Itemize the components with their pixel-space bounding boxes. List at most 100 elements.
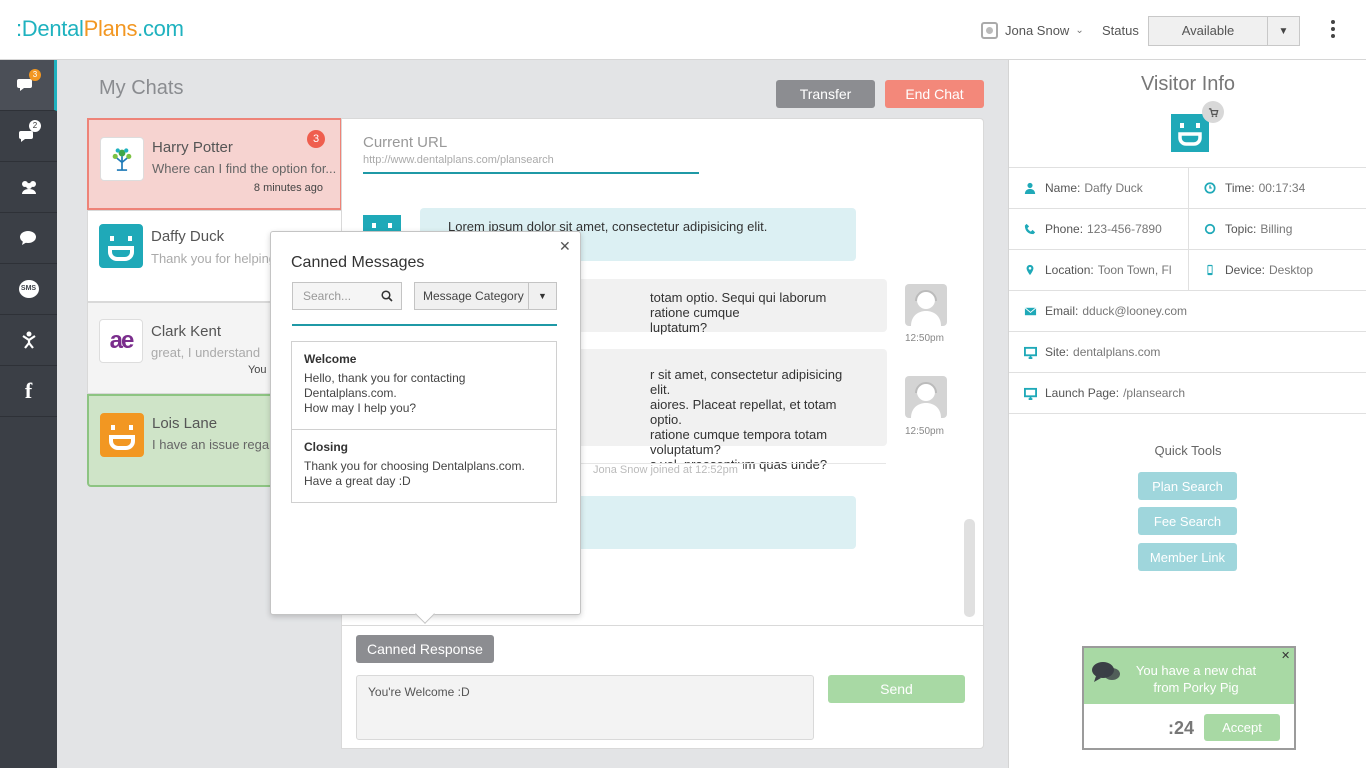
- info-topic: Topic: Billing: [1188, 209, 1366, 249]
- visitor-info-title: Visitor Info: [1140, 73, 1236, 95]
- category-value: Message Category: [423, 289, 524, 303]
- chat-name: Lois Lane: [152, 415, 218, 432]
- info-value: Desktop: [1269, 263, 1314, 277]
- mobile-icon: [1203, 263, 1217, 277]
- nav-my-chats[interactable]: 3: [0, 60, 57, 111]
- close-icon[interactable]: ✕: [559, 238, 571, 255]
- new-chat-notification: You have a new chat from Porky Pig ✕ :24…: [1082, 646, 1296, 750]
- info-value: 00:17:34: [1258, 181, 1306, 195]
- accept-button[interactable]: Accept: [1204, 714, 1280, 741]
- nav-person[interactable]: [0, 315, 57, 366]
- chat-preview: Where can I find the option for...: [152, 161, 337, 176]
- user-avatar-icon: [981, 22, 998, 39]
- divider: [342, 625, 983, 626]
- chat-name: Harry Potter: [152, 139, 233, 156]
- top-header: :DentalPlans.com Jona Snow ⌄ Status Avai…: [0, 0, 1366, 60]
- send-button[interactable]: Send: [828, 675, 965, 703]
- countdown: :24: [1168, 718, 1195, 738]
- nav-users[interactable]: [0, 162, 57, 213]
- person-icon: [21, 331, 36, 349]
- search-icon: [381, 290, 393, 302]
- canned-body: Hello, thank you for contacting Dentalpl…: [304, 371, 466, 415]
- close-icon[interactable]: ✕: [1281, 649, 1290, 662]
- visitor-info-grid: Name: Daffy Duck Time: 00:17:34 Phone: 123-…: [1009, 167, 1366, 414]
- end-chat-button[interactable]: End Chat: [885, 80, 984, 108]
- ae-avatar-icon: ae: [99, 319, 143, 363]
- member-link-button[interactable]: Member Link: [1138, 543, 1237, 571]
- message-time: 12:50pm: [905, 426, 944, 437]
- logo-text-plans: Plans: [83, 16, 138, 41]
- popup-title: Canned Messages: [291, 254, 425, 271]
- facebook-icon: f: [24, 378, 33, 403]
- info-value: dentalplans.com: [1073, 345, 1161, 359]
- canned-item-closing[interactable]: Closing Thank you for choosing Dentalpla…: [292, 430, 556, 502]
- visitor-avatar-icon: [1171, 114, 1209, 152]
- info-name: Name: Daffy Duck: [1009, 168, 1188, 208]
- info-key: Site:: [1045, 345, 1070, 359]
- info-launch-page: Launch Page:/plansearch: [1009, 373, 1366, 413]
- chat-name: Daffy Duck: [151, 228, 225, 245]
- more-menu-icon[interactable]: [1330, 20, 1336, 38]
- comments-icon: [19, 231, 36, 245]
- info-value: 123-456-7890: [1087, 222, 1162, 236]
- dentalplans-logo[interactable]: :DentalPlans.com: [16, 16, 184, 42]
- nav-chat-queue[interactable]: 2: [0, 111, 57, 162]
- canned-title: Closing: [304, 440, 348, 454]
- circle-icon: [1203, 222, 1217, 236]
- info-email: Email: dduck@looney.com: [1009, 291, 1366, 331]
- info-value: Billing: [1260, 222, 1293, 236]
- smiley-orange-avatar-icon: [100, 413, 144, 457]
- chat-item-harry-potter[interactable]: Harry Potter Where can I find the option…: [87, 118, 342, 210]
- logo-text-com: .com: [137, 16, 184, 41]
- page-title: My Chats: [99, 77, 184, 99]
- chat-time: 8 minutes ago: [253, 182, 323, 194]
- fee-search-button[interactable]: Fee Search: [1138, 507, 1237, 535]
- canned-list: Welcome Hello, thank you for contacting …: [291, 341, 557, 503]
- divider: [292, 324, 557, 326]
- location-pin-icon: [1023, 263, 1037, 277]
- nav-badge: 3: [29, 69, 41, 81]
- conversation-scrollbar[interactable]: [964, 519, 975, 617]
- join-notice: Jona Snow joined at 12:52pm: [588, 464, 743, 476]
- chevron-down-icon: ⌄: [1075, 25, 1084, 36]
- agent-headset-icon: [905, 284, 947, 326]
- info-location: Location: Toon Town, Fl: [1009, 250, 1188, 290]
- nav-sms[interactable]: SMS: [0, 264, 57, 315]
- users-icon: [21, 181, 36, 194]
- info-key: Topic:: [1225, 222, 1257, 236]
- chat-preview: great, I understand: [151, 345, 261, 360]
- notification-text: You have a new chat from Porky Pig: [1135, 663, 1257, 695]
- transfer-button[interactable]: Transfer: [776, 80, 875, 108]
- caret-down-icon: ▼: [1267, 17, 1299, 45]
- monitor-icon: [1023, 386, 1037, 400]
- canned-title: Welcome: [304, 352, 357, 366]
- user-menu[interactable]: Jona Snow ⌄: [981, 22, 1084, 39]
- unread-badge: 3: [307, 130, 325, 148]
- reply-input[interactable]: [356, 675, 814, 740]
- status-label: Status: [1102, 23, 1139, 38]
- chat-name: Clark Kent: [151, 323, 222, 340]
- user-icon: [1023, 181, 1037, 195]
- canned-response-button[interactable]: Canned Response: [356, 635, 494, 663]
- chat-preview: I have an issue regardi: [152, 437, 284, 452]
- canned-item-welcome[interactable]: Welcome Hello, thank you for contacting …: [292, 342, 556, 430]
- canned-body: Thank you for choosing Dentalplans.com. …: [304, 459, 525, 488]
- nav-facebook[interactable]: f: [0, 366, 57, 417]
- status-select[interactable]: Available ▼: [1148, 16, 1300, 46]
- current-url-value[interactable]: http://www.dentalplans.com/plansearch: [363, 154, 699, 174]
- info-phone: Phone: 123-456-7890: [1009, 209, 1188, 249]
- info-value: Toon Town, Fl: [1097, 263, 1172, 277]
- phone-icon: [1023, 222, 1037, 236]
- message-time: 12:50pm: [905, 333, 944, 344]
- nav-comments[interactable]: [0, 213, 57, 264]
- info-device: Device: Desktop: [1188, 250, 1366, 290]
- plan-search-button[interactable]: Plan Search: [1138, 472, 1237, 500]
- sms-icon: SMS: [18, 280, 39, 298]
- message-category-select[interactable]: Message Category ▼: [414, 282, 557, 310]
- info-key: Phone:: [1045, 222, 1084, 236]
- info-time: Time: 00:17:34: [1188, 168, 1366, 208]
- quick-tools-title: Quick Tools: [1154, 443, 1222, 458]
- info-site: Site: dentalplans.com: [1009, 332, 1366, 372]
- info-key: Location:: [1045, 263, 1094, 277]
- monitor-icon: [1023, 345, 1037, 359]
